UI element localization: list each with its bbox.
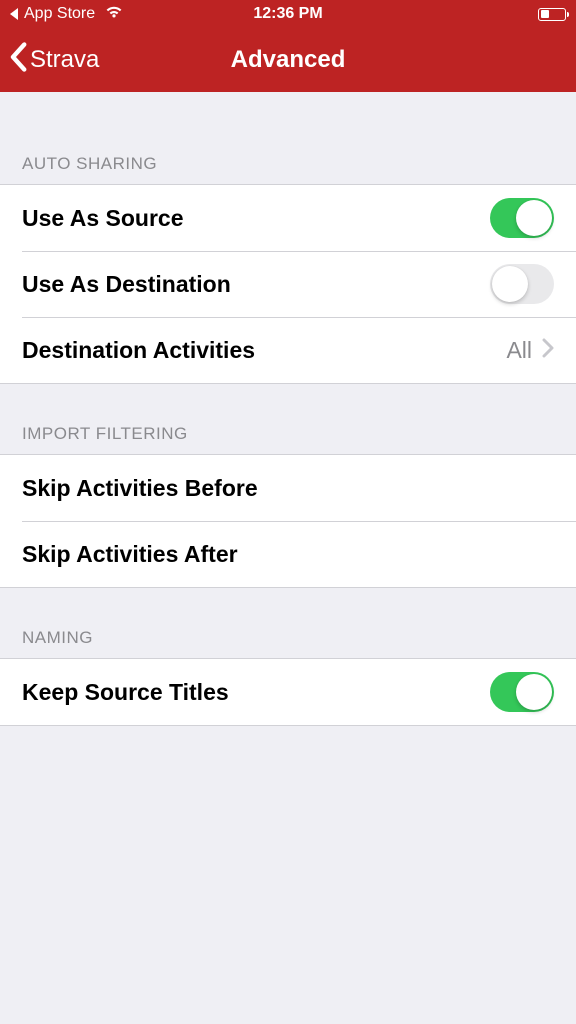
wifi-icon [105,5,123,24]
status-back-to-app[interactable]: App Store [10,5,123,24]
back-triangle-icon [10,8,18,20]
chevron-right-icon [542,338,554,363]
chevron-left-icon [8,42,28,79]
row-destination-activities[interactable]: Destination Activities All [0,317,576,383]
row-label: Destination Activities [22,337,255,364]
row-use-as-destination: Use As Destination [0,251,576,317]
section-import-filtering: Skip Activities Before Skip Activities A… [0,454,576,588]
row-skip-activities-before[interactable]: Skip Activities Before [0,455,576,521]
toggle-use-as-destination[interactable] [490,264,554,304]
switch-knob [516,200,552,236]
back-label: Strava [30,46,99,74]
section-auto-sharing: Use As Source Use As Destination Destina… [0,184,576,384]
row-skip-activities-after[interactable]: Skip Activities After [0,521,576,587]
row-keep-source-titles: Keep Source Titles [0,659,576,725]
row-value: All [506,337,532,364]
row-use-as-source: Use As Source [0,185,576,251]
row-label: Skip Activities Before [22,475,258,502]
section-header-auto-sharing: AUTO SHARING [0,92,576,184]
section-naming: Keep Source Titles [0,658,576,726]
switch-knob [516,674,552,710]
switch-knob [492,266,528,302]
toggle-keep-source-titles[interactable] [490,672,554,712]
row-label: Skip Activities After [22,541,238,568]
status-time: 12:36 PM [253,5,322,23]
status-back-app-label: App Store [24,5,95,23]
row-right: All [506,337,554,364]
battery-fill [541,10,549,18]
status-bar: App Store 12:36 PM [0,0,576,28]
toggle-use-as-source[interactable] [490,198,554,238]
row-label: Use As Source [22,205,184,232]
back-button[interactable]: Strava [8,42,99,79]
battery-icon [538,8,566,21]
nav-bar: Strava Advanced [0,28,576,92]
row-label: Keep Source Titles [22,679,229,706]
section-header-naming: NAMING [0,588,576,658]
row-label: Use As Destination [22,271,231,298]
page-title: Advanced [231,46,346,74]
section-header-import-filtering: IMPORT FILTERING [0,384,576,454]
